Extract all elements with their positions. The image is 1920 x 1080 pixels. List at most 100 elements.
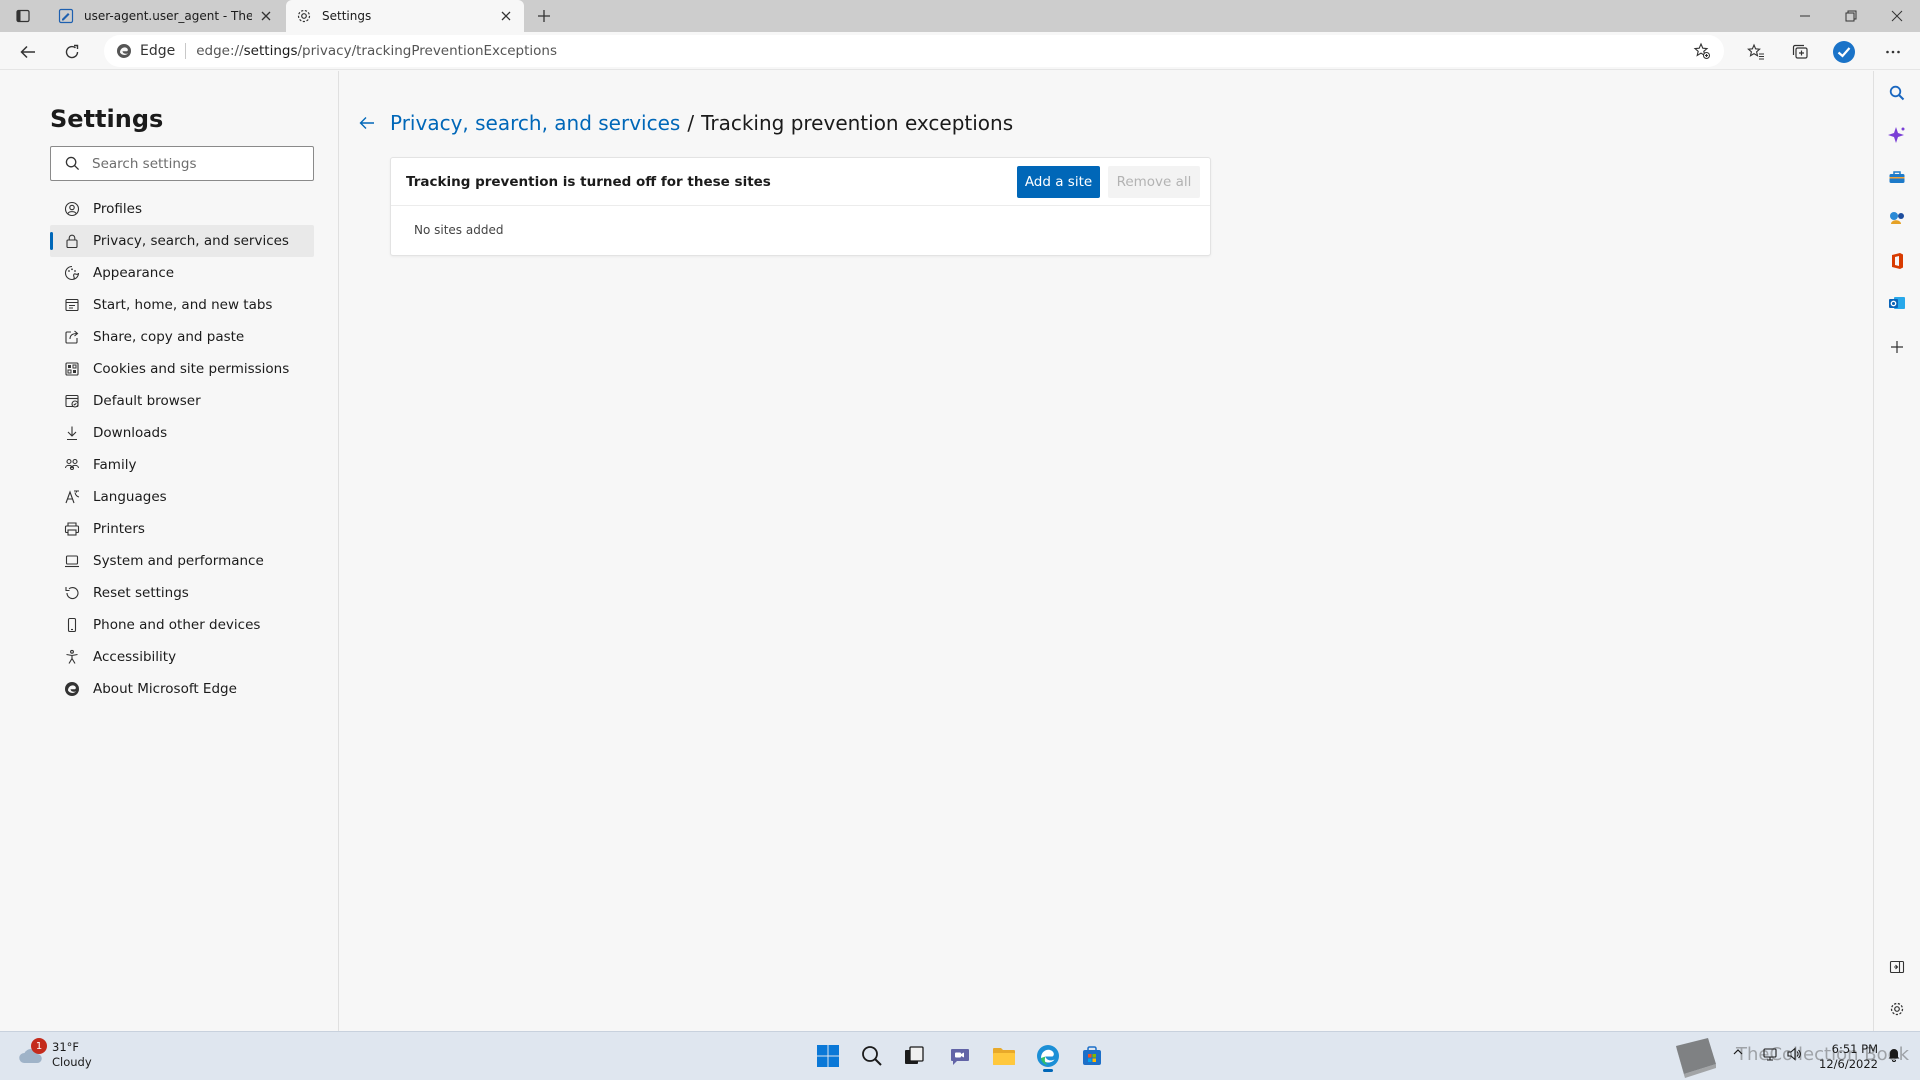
site-label: Edge xyxy=(140,43,176,59)
refresh-button[interactable] xyxy=(58,38,86,66)
new-tab-button[interactable] xyxy=(533,5,555,27)
tab-actions-button[interactable] xyxy=(10,6,36,26)
taskbar-search-button[interactable] xyxy=(856,1040,888,1072)
start-button[interactable] xyxy=(812,1040,844,1072)
cookies-icon xyxy=(64,361,80,377)
store-button[interactable] xyxy=(1076,1040,1108,1072)
sidebar-add-button[interactable] xyxy=(1887,337,1907,357)
close-icon xyxy=(501,11,511,21)
sidebar-item-system[interactable]: System and performance xyxy=(50,545,314,577)
edit-page-icon xyxy=(58,8,74,24)
system-clock[interactable]: 6:51 PM 12/6/2022 xyxy=(1819,1042,1878,1072)
settings-title: Settings xyxy=(50,105,164,133)
sidebar-outlook-button[interactable] xyxy=(1887,293,1907,313)
sidebar-item-label: Reset settings xyxy=(93,585,189,601)
tab-close-button[interactable] xyxy=(498,8,514,24)
family-icon xyxy=(64,457,80,473)
settings-nav: Profiles Privacy, search, and services A… xyxy=(50,193,314,705)
remove-all-button[interactable]: Remove all xyxy=(1108,166,1200,198)
search-box[interactable] xyxy=(50,146,314,181)
tab-strip: user-agent.user_agent - The Coll Setting… xyxy=(0,0,1920,32)
sidebar-item-label: Cookies and site permissions xyxy=(93,361,290,377)
sidebar-discover-button[interactable] xyxy=(1887,125,1907,145)
search-input[interactable] xyxy=(92,155,292,172)
back-to-privacy-button[interactable] xyxy=(356,112,378,134)
gear-icon xyxy=(1890,1002,1904,1016)
home-icon xyxy=(64,297,80,313)
weather-widget[interactable]: 1 31°F Cloudy xyxy=(18,1038,92,1070)
hide-sidebar-button[interactable] xyxy=(1887,957,1907,977)
sidebar-item-family[interactable]: Family xyxy=(50,449,314,481)
sidebar-item-phone[interactable]: Phone and other devices xyxy=(50,609,314,641)
minimize-button[interactable] xyxy=(1782,0,1828,32)
refresh-icon xyxy=(65,44,79,59)
folder-icon xyxy=(993,1048,1015,1065)
address-bar[interactable]: Edge edge://settings/privacy/trackingPre… xyxy=(104,35,1724,67)
file-explorer-button[interactable] xyxy=(988,1040,1020,1072)
sidebar-item-label: Printers xyxy=(93,521,145,537)
sidebar-item-printers[interactable]: Printers xyxy=(50,513,314,545)
edge-taskbar-button[interactable] xyxy=(1032,1040,1064,1072)
favorites-button[interactable] xyxy=(1742,38,1770,66)
url-path: /privacy/trackingPreventionExceptions xyxy=(297,43,558,59)
sidebar-tools-button[interactable] xyxy=(1887,167,1907,187)
toolbox-icon xyxy=(1889,171,1905,183)
search-icon xyxy=(65,156,80,171)
page-title: Tracking prevention exceptions xyxy=(701,111,1014,135)
sidebar-item-start-home[interactable]: Start, home, and new tabs xyxy=(50,289,314,321)
sidebar-item-label: Default browser xyxy=(93,393,201,409)
notifications-button[interactable] xyxy=(1886,1046,1902,1062)
volume-button[interactable] xyxy=(1786,1046,1802,1062)
sidebar-item-label: Languages xyxy=(93,489,167,505)
printer-icon xyxy=(64,521,80,537)
sidebar-item-profiles[interactable]: Profiles xyxy=(50,193,314,225)
sidebar-games-button[interactable] xyxy=(1887,209,1907,229)
plus-icon xyxy=(538,10,550,22)
arrow-left-icon xyxy=(20,45,35,59)
tab-settings[interactable]: Settings xyxy=(286,0,524,32)
sidebar-item-accessibility[interactable]: Accessibility xyxy=(50,641,314,673)
sidebar-item-cookies[interactable]: Cookies and site permissions xyxy=(50,353,314,385)
tab-user-agent[interactable]: user-agent.user_agent - The Coll xyxy=(48,0,284,32)
appearance-icon xyxy=(64,265,80,281)
url-text[interactable]: edge://settings/privacy/trackingPreventi… xyxy=(196,43,557,59)
sidebar-item-label: About Microsoft Edge xyxy=(93,681,237,697)
reset-icon xyxy=(64,585,80,601)
add-favorite-button[interactable] xyxy=(1692,41,1712,61)
close-window-button[interactable] xyxy=(1874,0,1920,32)
teams-chat-button[interactable] xyxy=(944,1040,976,1072)
sidebar-item-default-browser[interactable]: Default browser xyxy=(50,385,314,417)
bell-icon xyxy=(1888,1049,1900,1062)
settings-content: Privacy, search, and services / Tracking… xyxy=(340,71,1873,1031)
search-icon xyxy=(862,1046,882,1066)
task-view-button[interactable] xyxy=(898,1040,930,1072)
sidebar-item-privacy[interactable]: Privacy, search, and services xyxy=(50,225,314,257)
restore-button[interactable] xyxy=(1828,0,1874,32)
language-icon xyxy=(64,489,80,505)
sidebar-item-label: Share, copy and paste xyxy=(93,329,245,345)
sidebar-item-downloads[interactable]: Downloads xyxy=(50,417,314,449)
network-button[interactable] xyxy=(1762,1046,1778,1062)
sidebar-search-button[interactable] xyxy=(1887,83,1907,103)
chevron-up-icon xyxy=(1733,1049,1743,1055)
sidebar-item-appearance[interactable]: Appearance xyxy=(50,257,314,289)
tab-close-button[interactable] xyxy=(258,8,274,24)
site-info-chip[interactable]: Edge xyxy=(116,43,187,59)
sidebar-item-share[interactable]: Share, copy and paste xyxy=(50,321,314,353)
sidebar-office-button[interactable] xyxy=(1887,251,1907,271)
sidebar-item-label: Profiles xyxy=(93,201,143,217)
copilot-button[interactable] xyxy=(1830,38,1858,66)
arrow-left-icon xyxy=(359,117,374,129)
add-site-button[interactable]: Add a site xyxy=(1017,166,1100,198)
weather-desc: Cloudy xyxy=(52,1055,92,1069)
sidebar-item-reset[interactable]: Reset settings xyxy=(50,577,314,609)
more-options-button[interactable] xyxy=(1879,38,1907,66)
collections-button[interactable] xyxy=(1786,38,1814,66)
back-button[interactable] xyxy=(14,38,42,66)
show-hidden-icons-button[interactable] xyxy=(1732,1046,1744,1058)
breadcrumb-parent-link[interactable]: Privacy, search, and services xyxy=(390,111,680,135)
sidebar-settings-button[interactable] xyxy=(1887,999,1907,1019)
sidebar-item-languages[interactable]: Languages xyxy=(50,481,314,513)
collections-icon xyxy=(1792,44,1808,59)
sidebar-item-about[interactable]: About Microsoft Edge xyxy=(50,673,314,705)
